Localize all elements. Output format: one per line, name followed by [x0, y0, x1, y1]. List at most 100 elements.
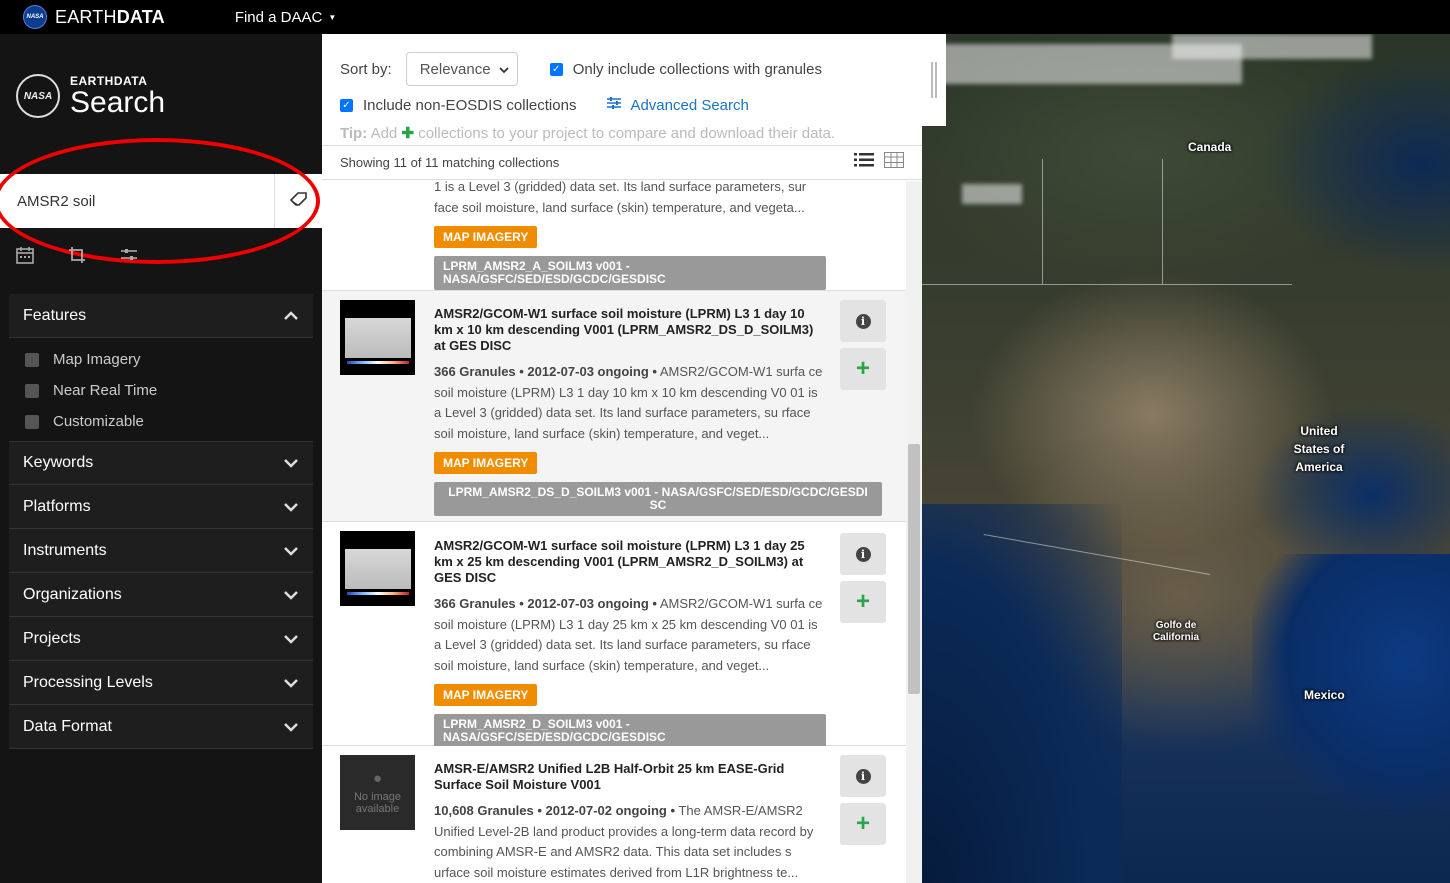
plus-icon: + [855, 810, 870, 837]
facet-features-options: Map Imagery Near Real Time Customizable [9, 338, 313, 441]
facet-option-customizable[interactable]: Customizable [25, 406, 313, 437]
sort-select[interactable]: Relevance [405, 52, 518, 86]
facet-projects[interactable]: Projects [9, 617, 313, 661]
caret-down-icon: ▼ [328, 12, 337, 22]
nasa-logo-icon[interactable]: NASA [23, 5, 47, 29]
checkmark-icon: ✓ [340, 98, 353, 112]
chevron-down-icon [283, 675, 299, 691]
chevron-down-icon [283, 455, 299, 471]
results-panel: Sort by: Relevance ✓ Only include collec… [322, 34, 922, 883]
info-icon: i [855, 313, 871, 329]
checkbox[interactable] [25, 414, 39, 429]
only-granules-label: Only include collections with granules [572, 60, 822, 78]
collection-short-name: LPRM_AMSR2_D_SOILM3 v001 - NASA/GSFC/SED… [434, 714, 826, 748]
find-daac-label: Find a DAAC [234, 8, 323, 26]
collection-thumbnail [340, 531, 415, 606]
collection-item[interactable]: 1 is a Level 3 (gridded) data set. Its l… [322, 181, 906, 291]
list-view-icon[interactable] [854, 152, 874, 173]
checkbox[interactable] [25, 383, 39, 398]
facets-panel: Features Map Imagery Near Real Time Cust… [9, 294, 313, 749]
canada-us-border [922, 284, 1292, 285]
find-daac-menu[interactable]: Find a DAAC ▼ [235, 9, 336, 26]
non-eosdis-label: Include non-EOSDIS collections [363, 96, 577, 114]
chevron-up-icon [283, 308, 299, 324]
facet-option-near-real-time[interactable]: Near Real Time [25, 375, 313, 406]
gulf-of-mexico [1252, 554, 1450, 814]
add-to-project-button[interactable]: + [840, 581, 886, 623]
keyword-search-input[interactable] [0, 174, 274, 228]
earthdata-brand[interactable]: EARTHDATA [55, 7, 165, 28]
advanced-search-link[interactable]: Advanced Search [606, 96, 749, 114]
collection-info-button[interactable]: i [840, 300, 886, 342]
facet-label: Keywords [23, 454, 94, 471]
advanced-search-label: Advanced Search [630, 96, 749, 114]
calendar-icon[interactable] [16, 246, 34, 269]
results-controls: Sort by: Relevance ✓ Only include collec… [322, 34, 922, 146]
facet-label: Instruments [23, 541, 107, 559]
map-view[interactable]: Canada United States of America Golfo de… [922, 34, 1450, 883]
facet-label: Platforms [23, 497, 91, 515]
option-label: Near Real Time [53, 382, 158, 399]
pacific-ocean [922, 504, 1122, 883]
facet-label: Processing Levels [23, 673, 153, 691]
add-to-project-button[interactable]: + [840, 803, 886, 845]
collection-item[interactable]: AMSR2/GCOM-W1 surface soil moisture (LPR… [322, 291, 906, 522]
facet-option-map-imagery[interactable]: Map Imagery [25, 344, 313, 375]
chevron-down-icon [283, 719, 299, 735]
collection-info-button[interactable]: i [840, 533, 886, 575]
collection-thumbnail [340, 300, 415, 375]
non-eosdis-checkbox[interactable]: ✓ Include non-EOSDIS collections [340, 97, 576, 114]
map-label-mexico: Mexico [1304, 688, 1345, 702]
map-imagery-badge: MAP IMAGERY [434, 684, 538, 706]
granule-info: 366 Granules • 2012-07-03 ongoing • [434, 364, 657, 379]
facet-platforms[interactable]: Platforms [9, 485, 313, 529]
info-icon: i [855, 546, 871, 562]
logo-search-text: Search [70, 86, 166, 119]
chevron-down-icon [499, 61, 509, 78]
province-border [1042, 159, 1043, 284]
chevron-down-icon [283, 631, 299, 647]
table-view-icon[interactable] [884, 152, 904, 173]
chevron-down-icon [283, 499, 299, 515]
clear-search-button[interactable] [274, 174, 322, 228]
collection-title[interactable]: AMSR-E/AMSR2 Unified L2B Half-Orbit 25 k… [434, 761, 826, 793]
sort-value: Relevance [419, 60, 491, 78]
sliders-icon[interactable] [120, 246, 138, 269]
checkbox[interactable] [25, 352, 39, 367]
grip-icon [931, 62, 937, 98]
only-granules-checkbox[interactable]: ✓ Only include collections with granules [549, 60, 822, 78]
results-scrollbar[interactable] [906, 181, 922, 883]
map-imagery-badge: MAP IMAGERY [434, 452, 538, 474]
facet-label: Projects [23, 629, 81, 647]
collection-short-name: LPRM_AMSR2_DS_D_SOILM3 v001 - NASA/GSFC/… [434, 482, 882, 516]
facet-data-format[interactable]: Data Format [9, 705, 313, 749]
collection-item[interactable]: AMSR2/GCOM-W1 surface soil moisture (LPR… [322, 522, 906, 748]
spatial-crop-icon[interactable] [68, 246, 86, 269]
facet-features[interactable]: Features [9, 294, 313, 338]
map-label-usa: United States of America [1293, 424, 1345, 474]
map-label-golfo-de-california: Golfo de California [1152, 620, 1200, 643]
facet-organizations[interactable]: Organizations [9, 573, 313, 617]
eraser-icon [289, 191, 308, 211]
tip-text: Tip: Add ✚ collections to your project t… [340, 125, 836, 142]
add-to-project-button[interactable]: + [840, 348, 886, 390]
option-label: Customizable [53, 413, 144, 430]
collection-info-button[interactable]: i [840, 755, 886, 797]
plus-icon: ✚ [401, 125, 415, 142]
collection-title[interactable]: AMSR2/GCOM-W1 surface soil moisture (LPR… [434, 538, 826, 586]
chevron-down-icon [283, 587, 299, 603]
facet-label: Data Format [23, 717, 112, 735]
collection-item[interactable]: ● No image available AMSR-E/AMSR2 Unifie… [322, 746, 906, 883]
scrollbar-thumb[interactable] [908, 444, 920, 694]
facet-instruments[interactable]: Instruments [9, 529, 313, 573]
panel-collapse-handle[interactable] [922, 34, 946, 126]
granule-info: 366 Granules • 2012-07-03 ongoing • [434, 596, 657, 611]
nasa-meatball-icon: NASA [16, 74, 60, 118]
collection-title[interactable]: AMSR2/GCOM-W1 surface soil moisture (LPR… [434, 306, 826, 354]
sidebar: NASA EARTHDATA Search Features [0, 34, 322, 883]
facet-processing-levels[interactable]: Processing Levels [9, 661, 313, 705]
earthdata-search-logo[interactable]: NASA EARTHDATA Search [16, 74, 165, 118]
facet-keywords[interactable]: Keywords [9, 441, 313, 485]
results-count: Showing 11 of 11 matching collections [340, 155, 560, 170]
sliders-icon [606, 96, 622, 114]
